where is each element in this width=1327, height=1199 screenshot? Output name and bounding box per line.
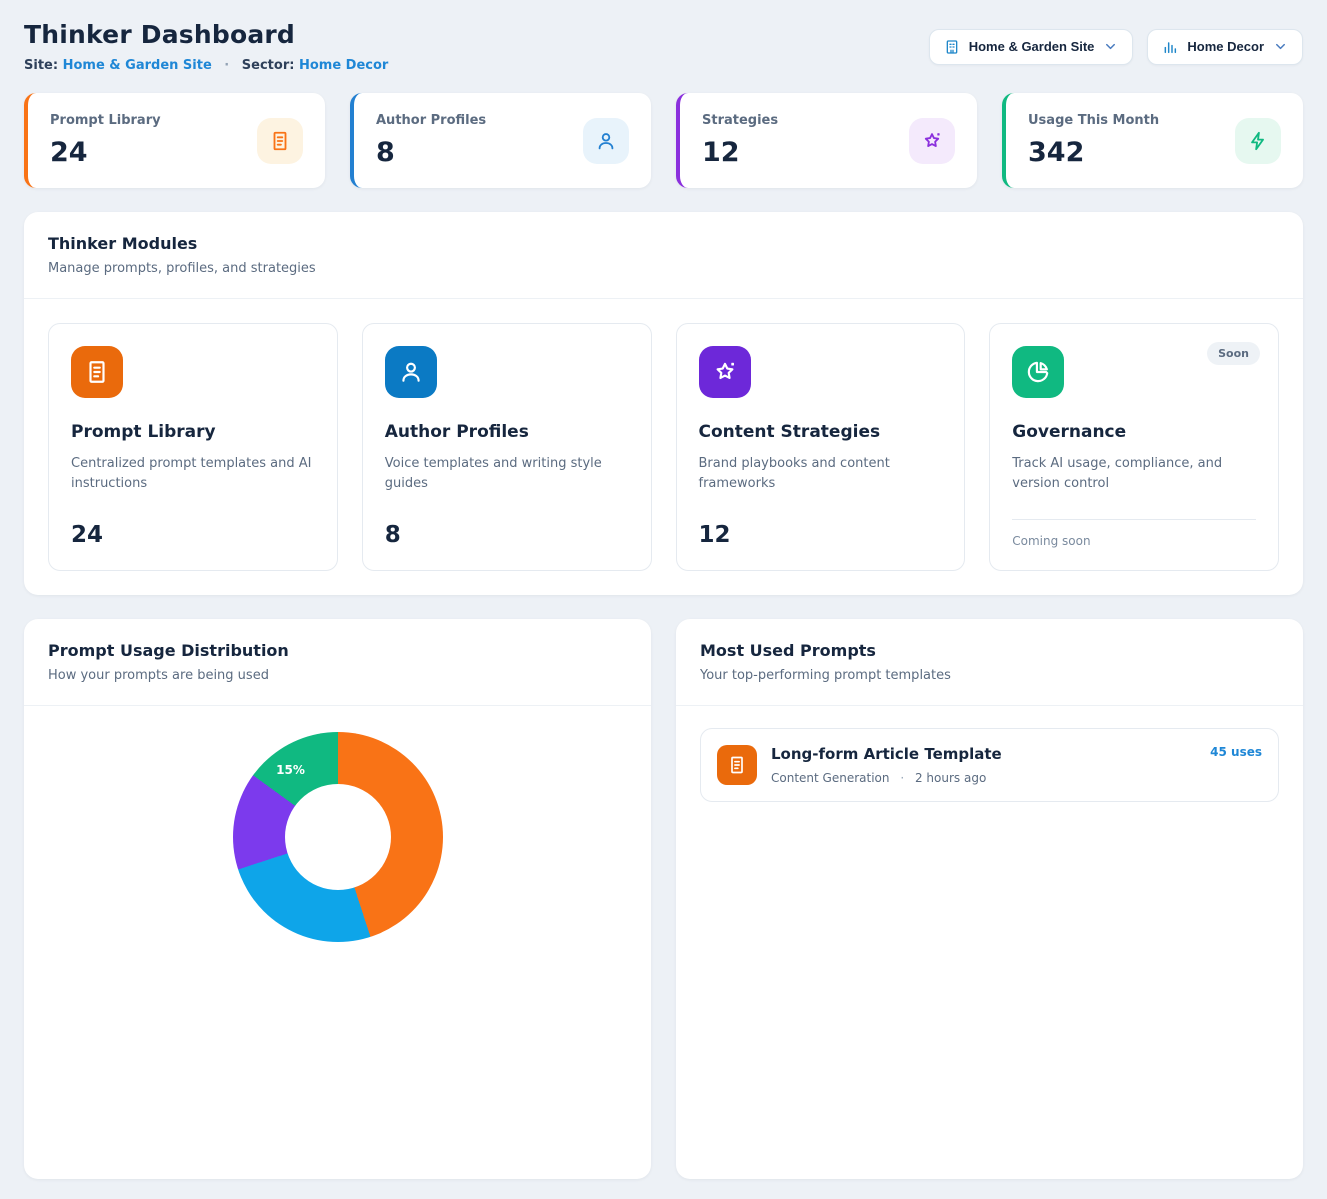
prompts-card-title: Most Used Prompts xyxy=(700,641,1279,660)
stat-card-usage: Usage This Month 342 xyxy=(1002,93,1303,188)
sector-link[interactable]: Home Decor xyxy=(299,58,388,73)
module-card-author-profiles[interactable]: Author Profiles Voice templates and writ… xyxy=(362,323,652,571)
page-title: Thinker Dashboard xyxy=(24,20,388,49)
module-card-content-strategies[interactable]: Content Strategies Brand playbooks and c… xyxy=(676,323,966,571)
stat-value: 24 xyxy=(50,137,161,168)
stat-label: Usage This Month xyxy=(1028,113,1159,128)
thinker-modules-panel: Thinker Modules Manage prompts, profiles… xyxy=(24,212,1303,595)
stat-label: Strategies xyxy=(702,113,778,128)
prompts-card-header: Most Used Prompts Your top-performing pr… xyxy=(676,619,1303,706)
site-link[interactable]: Home & Garden Site xyxy=(63,58,212,73)
usage-card-subtitle: How your prompts are being used xyxy=(48,668,627,683)
stat-value: 12 xyxy=(702,137,778,168)
usage-card-title: Prompt Usage Distribution xyxy=(48,641,627,660)
stat-card-author-profiles: Author Profiles 8 xyxy=(350,93,651,188)
stat-text: Prompt Library 24 xyxy=(50,113,161,168)
prompt-list-item[interactable]: Long-form Article Template Content Gener… xyxy=(700,728,1279,802)
bottom-row: Prompt Usage Distribution How your promp… xyxy=(24,619,1303,1179)
sector-selector-dropdown[interactable]: Home Decor xyxy=(1147,29,1303,65)
module-title: Author Profiles xyxy=(385,422,629,442)
star-icon xyxy=(699,346,751,398)
pie-chart-icon xyxy=(1012,346,1064,398)
usage-card-header: Prompt Usage Distribution How your promp… xyxy=(24,619,651,706)
module-description: Track AI usage, compliance, and version … xyxy=(1012,454,1256,494)
site-label: Site: xyxy=(24,58,58,73)
modules-title: Thinker Modules xyxy=(48,234,1279,253)
prompt-item-text: Long-form Article Template Content Gener… xyxy=(771,745,1002,785)
prompt-item-uses-badge: 45 uses xyxy=(1210,745,1262,759)
prompt-item-time: 2 hours ago xyxy=(915,771,986,785)
stat-value: 8 xyxy=(376,137,486,168)
building-icon xyxy=(944,39,960,55)
document-icon xyxy=(71,346,123,398)
stat-text: Usage This Month 342 xyxy=(1028,113,1159,168)
module-divider xyxy=(1012,519,1256,520)
document-icon xyxy=(717,745,757,785)
page-header: Thinker Dashboard Site: Home & Garden Si… xyxy=(24,20,1303,73)
lightning-icon xyxy=(1235,118,1281,164)
donut-segment-label: 15% xyxy=(276,763,305,777)
header-left: Thinker Dashboard Site: Home & Garden Si… xyxy=(24,20,388,73)
stat-text: Strategies 12 xyxy=(702,113,778,168)
stat-card-strategies: Strategies 12 xyxy=(676,93,977,188)
document-icon xyxy=(257,118,303,164)
modules-header: Thinker Modules Manage prompts, profiles… xyxy=(24,212,1303,299)
usage-distribution-card: Prompt Usage Distribution How your promp… xyxy=(24,619,651,1179)
stat-label: Prompt Library xyxy=(50,113,161,128)
module-description: Centralized prompt templates and AI inst… xyxy=(71,454,315,494)
prompt-item-title: Long-form Article Template xyxy=(771,745,1002,763)
modules-grid: Prompt Library Centralized prompt templa… xyxy=(24,299,1303,595)
chevron-down-icon xyxy=(1103,39,1118,54)
stat-label: Author Profiles xyxy=(376,113,486,128)
module-description: Brand playbooks and content frameworks xyxy=(699,454,943,494)
module-card-governance[interactable]: Soon Governance Track AI usage, complian… xyxy=(989,323,1279,571)
stat-value: 342 xyxy=(1028,137,1159,168)
stat-text: Author Profiles 8 xyxy=(376,113,486,168)
bar-chart-icon xyxy=(1162,39,1178,55)
prompts-card-subtitle: Your top-performing prompt templates xyxy=(700,668,1279,683)
most-used-prompts-card: Most Used Prompts Your top-performing pr… xyxy=(676,619,1303,1179)
meta-separator: · xyxy=(900,771,904,785)
header-selectors: Home & Garden Site Home Decor xyxy=(929,29,1303,65)
module-title: Content Strategies xyxy=(699,422,943,442)
sector-label: Sector: xyxy=(242,58,295,73)
module-title: Prompt Library xyxy=(71,422,315,442)
breadcrumb-separator: · xyxy=(224,58,229,73)
modules-subtitle: Manage prompts, profiles, and strategies xyxy=(48,261,1279,276)
chevron-down-icon xyxy=(1273,39,1288,54)
stats-row: Prompt Library 24 Author Profiles 8 Stra… xyxy=(24,93,1303,188)
site-selector-label: Home & Garden Site xyxy=(969,39,1095,54)
dashboard-page: Thinker Dashboard Site: Home & Garden Si… xyxy=(0,0,1327,1199)
donut-chart: 15% xyxy=(233,732,443,942)
module-count: 12 xyxy=(699,522,943,548)
prompt-item-meta: Content Generation · 2 hours ago xyxy=(771,771,1002,785)
coming-soon-text: Coming soon xyxy=(1012,534,1256,548)
soon-badge: Soon xyxy=(1207,342,1260,365)
person-icon xyxy=(385,346,437,398)
module-title: Governance xyxy=(1012,422,1256,442)
breadcrumb: Site: Home & Garden Site · Sector: Home … xyxy=(24,58,388,73)
module-card-prompt-library[interactable]: Prompt Library Centralized prompt templa… xyxy=(48,323,338,571)
prompt-item-category: Content Generation xyxy=(771,771,889,785)
sector-selector-label: Home Decor xyxy=(1187,39,1264,54)
star-icon xyxy=(909,118,955,164)
stat-card-prompt-library: Prompt Library 24 xyxy=(24,93,325,188)
person-icon xyxy=(583,118,629,164)
module-count: 24 xyxy=(71,522,315,548)
prompt-list: Long-form Article Template Content Gener… xyxy=(676,706,1303,824)
site-selector-dropdown[interactable]: Home & Garden Site xyxy=(929,29,1134,65)
module-count: 8 xyxy=(385,522,629,548)
module-description: Voice templates and writing style guides xyxy=(385,454,629,494)
